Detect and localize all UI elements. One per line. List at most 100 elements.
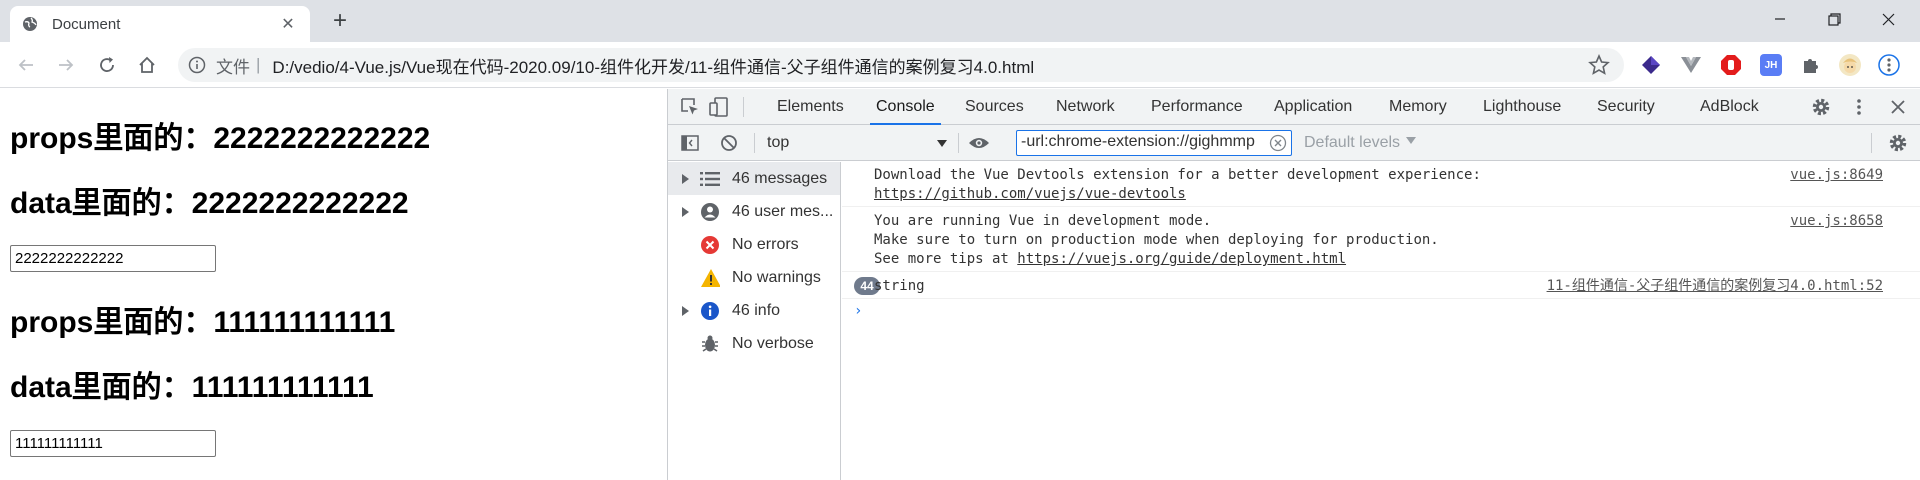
extension-cube-icon[interactable] xyxy=(1640,54,1662,76)
live-expression-button[interactable] xyxy=(968,132,990,154)
vue-devtools-icon xyxy=(1681,57,1701,73)
message-source-link[interactable]: vue.js:8649 xyxy=(1790,166,1883,185)
console-settings-button[interactable] xyxy=(1887,132,1909,154)
close-icon xyxy=(1891,100,1905,114)
tab-application[interactable]: Application xyxy=(1274,89,1352,125)
extension-vue-icon[interactable] xyxy=(1680,54,1702,76)
data-heading-1: data里面的：2222222222222 xyxy=(10,187,409,220)
tab-sources[interactable]: Sources xyxy=(965,89,1024,125)
console-prompt[interactable]: › xyxy=(854,303,862,319)
expand-arrow-icon[interactable] xyxy=(682,305,689,316)
message-line: Make sure to turn on production mode whe… xyxy=(874,232,1439,248)
profile-avatar[interactable] xyxy=(1839,54,1861,76)
tab-performance[interactable]: Performance xyxy=(1151,89,1243,125)
message-line: You are running Vue in development mode. xyxy=(874,213,1212,229)
reload-button[interactable] xyxy=(93,51,121,79)
clear-console-button[interactable] xyxy=(718,132,740,154)
tab-adblock[interactable]: AdBlock xyxy=(1700,89,1759,125)
restore-button[interactable] xyxy=(1808,0,1860,38)
extension-adblock-icon[interactable] xyxy=(1720,54,1742,76)
address-bar[interactable]: 文件 | D:/vedio/4-Vue.js/Vue现在代码-2020.09/1… xyxy=(178,48,1624,82)
message-source-link[interactable]: 11-组件通信-父子组件通信的案例复习4.0.html:52 xyxy=(1547,277,1883,296)
message-text: You are running Vue in development mode.… xyxy=(874,212,1439,269)
close-window-button[interactable] xyxy=(1862,0,1914,38)
device-toolbar-button[interactable] xyxy=(708,96,730,118)
address-url[interactable]: D:/vedio/4-Vue.js/Vue现在代码-2020.09/10-组件化… xyxy=(272,53,1588,78)
tab-close-icon[interactable]: ✕ xyxy=(278,14,298,34)
new-tab-button[interactable]: + xyxy=(326,8,354,36)
error-icon xyxy=(701,235,719,254)
tab-console[interactable]: Console xyxy=(870,89,941,125)
forward-button[interactable] xyxy=(52,51,80,79)
restore-icon xyxy=(1827,12,1841,26)
console-toolbar: top -url:chrome-extension://gighmmp Defa… xyxy=(668,125,1920,161)
message-line: See more tips at xyxy=(874,251,1018,267)
user-icon xyxy=(701,202,719,221)
toolbar-divider xyxy=(743,97,744,117)
message-source-link[interactable]: vue.js:8658 xyxy=(1790,212,1883,231)
expand-arrow-icon[interactable] xyxy=(682,173,689,184)
tab-elements[interactable]: Elements xyxy=(777,89,844,125)
home-icon xyxy=(139,56,155,73)
toolbar-divider xyxy=(754,133,755,153)
browser-toolbar: 文件 | D:/vedio/4-Vue.js/Vue现在代码-2020.09/1… xyxy=(0,42,1920,88)
log-levels-dropdown[interactable]: Default levels xyxy=(1304,132,1417,154)
gear-icon xyxy=(1889,134,1907,152)
sidebar-item[interactable]: No warnings xyxy=(668,261,840,294)
tab-memory[interactable]: Memory xyxy=(1389,89,1447,125)
clear-filter-icon[interactable] xyxy=(1269,134,1287,152)
context-selector[interactable]: top xyxy=(767,132,947,154)
devtools-settings-button[interactable] xyxy=(1810,96,1832,118)
browser-tab[interactable]: Document ✕ xyxy=(10,6,310,42)
sidebar-item-label: No errors xyxy=(732,235,799,253)
show-sidebar-button[interactable] xyxy=(679,132,701,154)
address-separator: | xyxy=(256,55,261,74)
console-messages: Download the Vue Devtools extension for … xyxy=(842,162,1920,480)
home-button[interactable] xyxy=(133,51,161,79)
browser-menu-button[interactable] xyxy=(1878,54,1900,76)
extensions-button[interactable] xyxy=(1800,54,1822,76)
inspect-element-button[interactable] xyxy=(679,96,701,118)
sidebar-item[interactable]: 46 messages xyxy=(668,162,840,195)
data-input-2[interactable] xyxy=(10,430,216,457)
tab-lighthouse[interactable]: Lighthouse xyxy=(1483,89,1561,125)
props-heading-1: props里面的：2222222222222 xyxy=(10,122,431,155)
back-button[interactable] xyxy=(12,51,40,79)
adblock-hand-icon xyxy=(1721,55,1741,75)
sidebar-item-label: 46 info xyxy=(732,301,781,319)
extension-jh-icon[interactable]: JH xyxy=(1760,54,1782,76)
sidebar-item[interactable]: 46 info xyxy=(668,294,840,327)
message-link[interactable]: https://vuejs.org/guide/deployment.html xyxy=(1017,251,1346,267)
message-link[interactable]: https://github.com/vuejs/vue-devtools xyxy=(874,186,1186,202)
bookmark-star-icon[interactable] xyxy=(1588,54,1610,76)
minimize-button[interactable] xyxy=(1754,0,1806,38)
context-label: top xyxy=(767,134,790,151)
devtools-tab-bar: Elements Console Sources Network Performance… xyxy=(668,89,1920,125)
more-vertical-icon xyxy=(1857,99,1861,115)
bug-icon xyxy=(700,334,720,354)
console-filter-input[interactable]: -url:chrome-extension://gighmmp xyxy=(1016,130,1292,156)
tab-network[interactable]: Network xyxy=(1056,89,1115,125)
toolbar-divider xyxy=(1871,133,1872,153)
expand-arrow-icon[interactable] xyxy=(682,206,689,217)
sidebar-item-label: No warnings xyxy=(732,268,821,286)
info-icon xyxy=(700,301,720,321)
sidebar-item[interactable]: No errors xyxy=(668,228,840,261)
inspect-icon xyxy=(681,98,698,115)
sidebar-item[interactable]: 46 user mes... xyxy=(668,195,840,228)
arrow-left-icon xyxy=(18,59,33,71)
sidebar-item-label: 46 user mes... xyxy=(732,202,834,220)
list-icon xyxy=(700,171,720,186)
close-icon xyxy=(1882,13,1894,25)
console-message: Download the Vue Devtools extension for … xyxy=(842,162,1920,207)
sidebar-item[interactable]: No verbose xyxy=(668,327,840,360)
more-vertical-icon xyxy=(1878,54,1900,76)
devtools-menu-button[interactable] xyxy=(1848,96,1870,118)
props-heading-2: props里面的：111111111111 xyxy=(10,306,396,339)
devtools-close-button[interactable] xyxy=(1887,96,1909,118)
tab-security[interactable]: Security xyxy=(1597,89,1655,125)
info-icon[interactable] xyxy=(188,56,206,74)
data-heading-2: data里面的：111111111111 xyxy=(10,371,374,404)
avatar-icon xyxy=(1843,58,1857,73)
data-input-1[interactable] xyxy=(10,245,216,272)
